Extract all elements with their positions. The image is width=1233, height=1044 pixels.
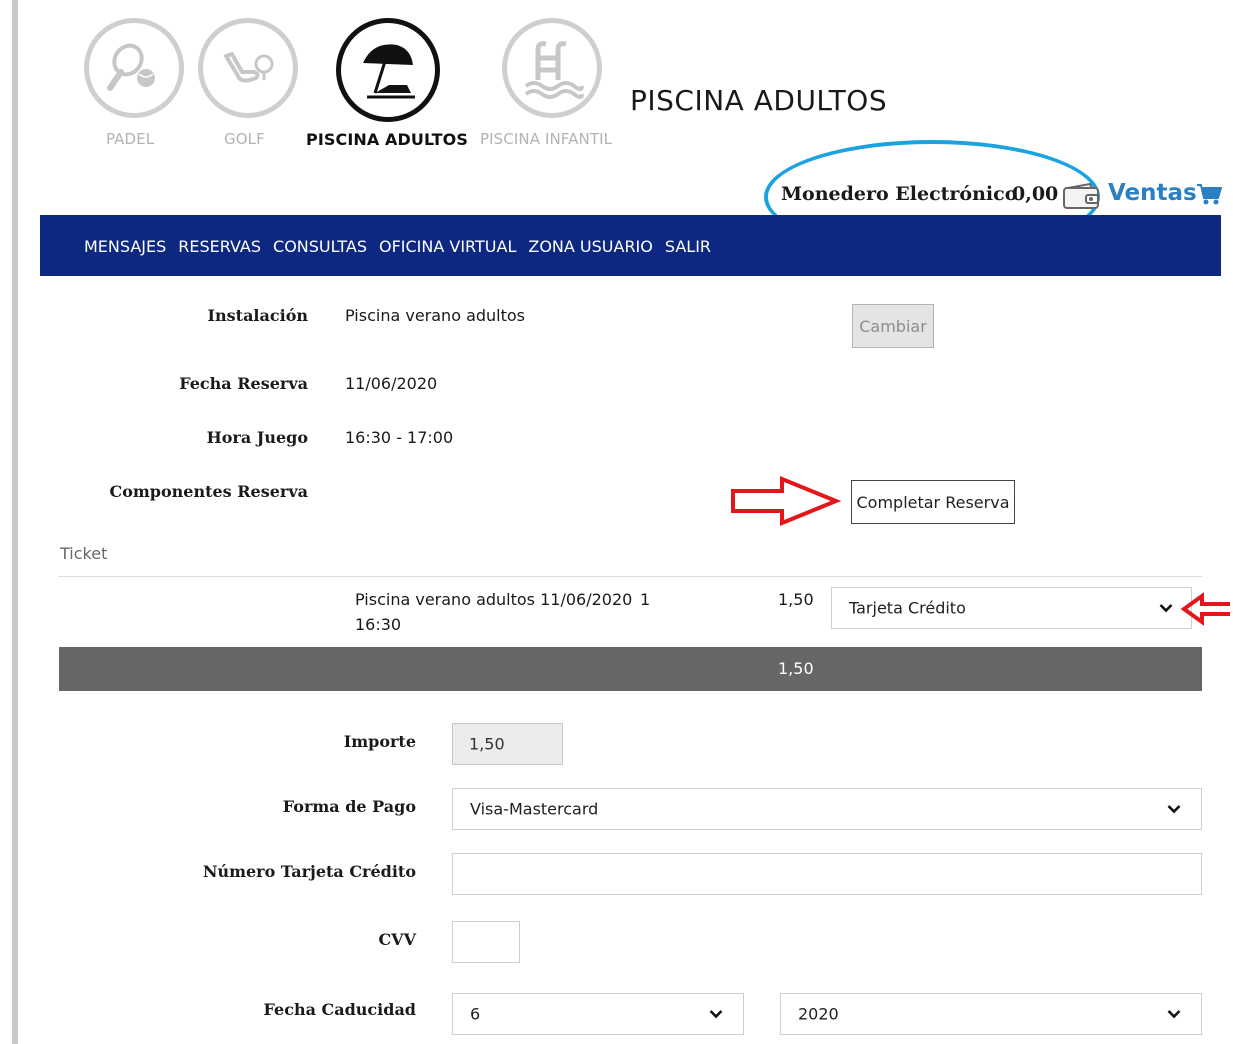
amount-field: 1,50 — [452, 723, 563, 765]
complete-booking-button[interactable]: Completar Reserva — [851, 480, 1015, 524]
nav-zona-usuario[interactable]: ZONA USUARIO — [528, 237, 653, 256]
expiry-month-select[interactable]: 6 — [452, 993, 744, 1035]
nav-mensajes[interactable]: MENSAJES — [84, 237, 166, 256]
divider — [58, 576, 1202, 577]
amount-label: Importe — [343, 732, 416, 751]
date-value: 11/06/2020 — [345, 374, 438, 393]
chevron-down-icon — [1167, 1010, 1181, 1019]
ticket-total: 1,50 — [778, 659, 814, 678]
ticket-price: 1,50 — [778, 590, 814, 609]
card-number-label: Número Tarjeta Crédito — [202, 862, 416, 881]
cart-icon[interactable] — [1196, 182, 1222, 210]
select-value: 6 — [470, 1004, 481, 1024]
nav-reservas[interactable]: RESERVAS — [178, 237, 261, 256]
left-border — [12, 0, 18, 1044]
select-value: Tarjeta Crédito — [849, 598, 966, 618]
select-value: 2020 — [798, 1004, 839, 1024]
installation-label: Instalación — [207, 306, 308, 325]
wallet-label: Monedero Electrónico — [781, 183, 1018, 205]
ticket-label: Ticket — [60, 544, 108, 563]
ticket-description: Piscina verano adultos 11/06/2020 — [355, 590, 633, 609]
category-label: PISCINA INFANTIL — [480, 130, 613, 148]
category-label: PISCINA ADULTOS — [306, 130, 468, 149]
sales-link[interactable]: Ventas — [1108, 180, 1197, 206]
page-title: PISCINA ADULTOS — [630, 84, 888, 117]
pool-ladder-icon — [502, 18, 602, 118]
cvv-label: CVV — [378, 930, 416, 949]
ticket-quantity: 1 — [640, 590, 651, 609]
expiry-label: Fecha Caducidad — [263, 1000, 416, 1019]
date-label: Fecha Reserva — [179, 374, 308, 393]
components-label: Componentes Reserva — [109, 482, 308, 501]
beach-umbrella-icon — [336, 18, 440, 122]
payment-method-select[interactable]: Visa-Mastercard — [452, 788, 1202, 830]
nav-salir[interactable]: SALIR — [665, 237, 711, 256]
category-label: PADEL — [106, 130, 155, 148]
expiry-year-select[interactable]: 2020 — [780, 993, 1202, 1035]
time-label: Hora Juego — [206, 428, 308, 447]
chevron-down-icon — [1159, 604, 1173, 613]
golf-icon — [198, 18, 298, 118]
annotation-arrow-right — [730, 476, 842, 530]
select-value: Visa-Mastercard — [470, 799, 599, 819]
nav-oficina-virtual[interactable]: OFICINA VIRTUAL — [379, 237, 516, 256]
category-label: GOLF — [224, 130, 265, 148]
payment-method-label: Forma de Pago — [282, 797, 416, 816]
time-value: 16:30 - 17:00 — [345, 428, 454, 447]
wallet-icon[interactable] — [1062, 182, 1100, 214]
main-navbar: MENSAJES RESERVAS CONSULTAS OFICINA VIRT… — [40, 215, 1221, 276]
ticket-description-time: 16:30 — [355, 615, 402, 634]
ticket-payment-select[interactable]: Tarjeta Crédito — [831, 587, 1192, 629]
change-installation-button[interactable]: Cambiar — [852, 304, 934, 348]
annotation-arrow-left — [1180, 592, 1232, 630]
ticket-total-bar: 1,50 — [59, 647, 1202, 691]
amount-value: 1,50 — [469, 734, 505, 754]
nav-consultas[interactable]: CONSULTAS — [273, 237, 367, 256]
padel-icon — [84, 18, 184, 118]
cvv-field[interactable] — [452, 921, 520, 963]
card-number-field[interactable] — [452, 853, 1202, 895]
installation-value: Piscina verano adultos — [345, 306, 526, 325]
chevron-down-icon — [1167, 805, 1181, 814]
wallet-balance: 0,00 — [1012, 183, 1059, 205]
chevron-down-icon — [709, 1010, 723, 1019]
ticket-row: Piscina verano adultos 11/06/2020 16:30 … — [0, 586, 1233, 636]
